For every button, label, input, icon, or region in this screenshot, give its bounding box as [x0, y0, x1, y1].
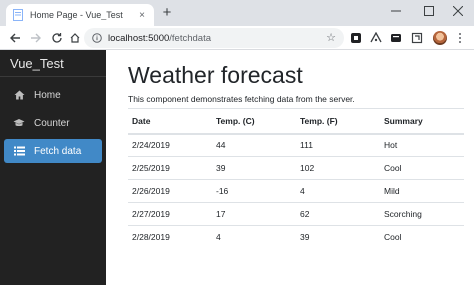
table-row: 2/25/2019 39 102 Cool — [128, 156, 464, 180]
app-brand[interactable]: Vue_Test — [10, 56, 64, 71]
sidebar-item-label: Fetch data — [34, 145, 82, 157]
cell-temp-f: 4 — [296, 179, 380, 203]
cell-summary: Scorching — [380, 202, 464, 226]
new-tab-button[interactable]: + — [158, 4, 176, 22]
table-header-row: Date Temp. (C) Temp. (F) Summary — [128, 108, 464, 135]
sidebar-item-counter[interactable]: Counter — [4, 111, 102, 135]
browser-menu-icon[interactable] — [455, 31, 465, 45]
home-icon — [13, 89, 25, 101]
address-bar[interactable]: localhost:5000/fetchdata ☆ — [84, 28, 344, 48]
sidebar-item-fetch-data[interactable]: Fetch data — [4, 139, 102, 163]
site-info-icon[interactable] — [92, 33, 102, 43]
cell-temp-c: 44 — [212, 133, 296, 157]
page-favicon-icon — [12, 9, 24, 21]
graduation-cap-icon — [13, 117, 25, 129]
table-row: 2/26/2019 -16 4 Mild — [128, 179, 464, 203]
sidebar-nav: Home Counter Fetch data — [0, 77, 106, 163]
cell-temp-c: -16 — [212, 179, 296, 203]
cell-summary: Cool — [380, 225, 464, 249]
maximize-button[interactable] — [413, 0, 445, 22]
column-header-summary: Summary — [380, 108, 464, 135]
profile-avatar[interactable] — [433, 31, 447, 45]
column-header-temp-c: Temp. (C) — [212, 108, 296, 135]
cell-temp-f: 102 — [296, 156, 380, 180]
cell-temp-c: 4 — [212, 225, 296, 249]
cell-temp-f: 111 — [296, 133, 380, 157]
cell-temp-c: 39 — [212, 156, 296, 180]
forecast-table: Date Temp. (C) Temp. (F) Summary 2/24/20… — [128, 108, 464, 249]
reload-icon[interactable] — [48, 29, 66, 47]
cell-date: 2/27/2019 — [128, 202, 212, 226]
close-window-button[interactable] — [442, 0, 474, 22]
cell-summary: Mild — [380, 179, 464, 203]
browser-tab[interactable]: Home Page - Vue_Test × — [6, 4, 154, 26]
cell-date: 2/28/2019 — [128, 225, 212, 249]
table-row: 2/27/2019 17 62 Scorching — [128, 202, 464, 226]
browser-toolbar: localhost:5000/fetchdata ☆ — [0, 26, 474, 50]
main-content: Weather forecast This component demonstr… — [106, 50, 474, 285]
table-row: 2/24/2019 44 111 Hot — [128, 133, 464, 157]
browser-tabstrip: Home Page - Vue_Test × + — [0, 0, 474, 26]
list-icon — [13, 145, 25, 157]
cell-temp-f: 39 — [296, 225, 380, 249]
url-path: /fetchdata — [169, 32, 212, 44]
url-host: localhost:5000 — [108, 32, 170, 44]
sidebar-item-label: Home — [34, 89, 61, 101]
back-arrow-icon[interactable] — [6, 29, 24, 47]
column-header-date: Date — [128, 108, 212, 135]
home-page-icon[interactable] — [66, 29, 84, 47]
cell-temp-c: 17 — [212, 202, 296, 226]
table-row: 2/28/2019 4 39 Cool — [128, 225, 464, 249]
page-description: This component demonstrates fetching dat… — [128, 94, 355, 104]
cell-date: 2/24/2019 — [128, 133, 212, 157]
extension-puzzle-icon[interactable] — [349, 31, 363, 45]
extension-vue-devtools-icon[interactable] — [369, 31, 383, 45]
tab-title: Home Page - Vue_Test — [30, 10, 123, 20]
extension-cast-icon[interactable] — [389, 31, 403, 45]
cell-temp-f: 62 — [296, 202, 380, 226]
sidebar-item-label: Counter — [34, 117, 70, 129]
sidebar-item-home[interactable]: Home — [4, 83, 102, 107]
sidebar-brand-bar: Vue_Test — [0, 50, 106, 77]
extension-screenshot-icon[interactable] — [410, 31, 424, 45]
cell-date: 2/25/2019 — [128, 156, 212, 180]
minimize-button[interactable] — [380, 0, 412, 22]
cell-summary: Hot — [380, 133, 464, 157]
column-header-temp-f: Temp. (F) — [296, 108, 380, 135]
cell-summary: Cool — [380, 156, 464, 180]
page-title: Weather forecast — [128, 62, 303, 88]
tab-close-icon[interactable]: × — [136, 10, 148, 21]
bookmark-star-icon[interactable]: ☆ — [326, 31, 336, 44]
sidebar: Vue_Test Home Counter Fetch data — [0, 50, 106, 285]
forward-arrow-icon[interactable] — [27, 29, 45, 47]
cell-date: 2/26/2019 — [128, 179, 212, 203]
